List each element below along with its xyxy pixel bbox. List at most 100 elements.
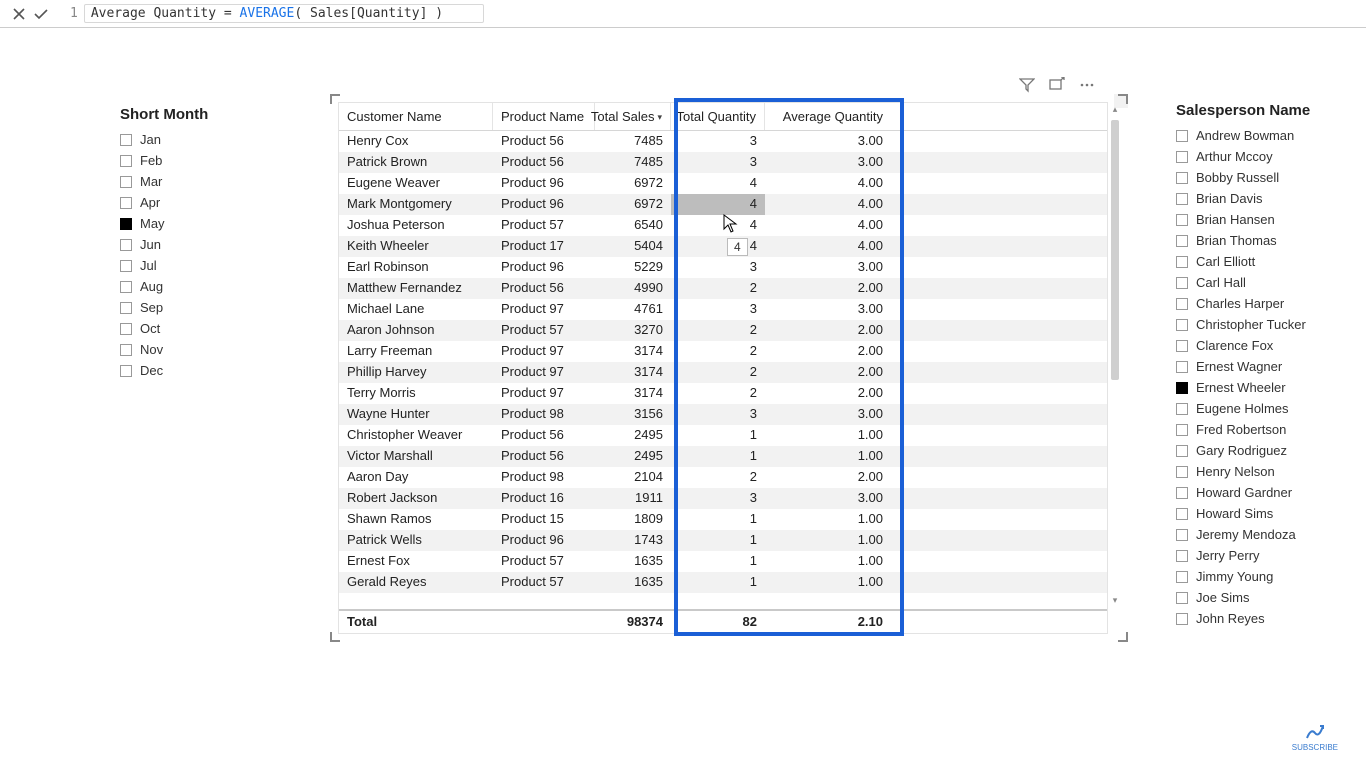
commit-formula-button[interactable] bbox=[30, 3, 52, 25]
checkbox-icon bbox=[1176, 424, 1188, 436]
checkbox-icon bbox=[120, 281, 132, 293]
table-row[interactable]: Joshua PetersonProduct 57654044.00 bbox=[339, 215, 1107, 236]
table-row[interactable]: Michael LaneProduct 97476133.00 bbox=[339, 299, 1107, 320]
slicer-item-salesperson[interactable]: Andrew Bowman bbox=[1176, 125, 1356, 146]
table-row[interactable]: Robert JacksonProduct 16191133.00 bbox=[339, 488, 1107, 509]
table-row[interactable]: Mark MontgomeryProduct 96697244.00 bbox=[339, 194, 1107, 215]
table-row[interactable]: Wayne HunterProduct 98315633.00 bbox=[339, 404, 1107, 425]
slicer-item-salesperson[interactable]: Jimmy Young bbox=[1176, 566, 1356, 587]
slicer-item-salesperson[interactable]: Ernest Wheeler bbox=[1176, 377, 1356, 398]
slicer-item-month[interactable]: Apr bbox=[120, 192, 290, 213]
formula-line-number: 1 bbox=[70, 6, 78, 21]
slicer-item-month[interactable]: Jan bbox=[120, 129, 290, 150]
slicer-item-salesperson[interactable]: Gary Rodriguez bbox=[1176, 440, 1356, 461]
formula-input[interactable]: Average Quantity = AVERAGE( Sales[Quanti… bbox=[84, 4, 484, 23]
cell-total-quantity: 1 bbox=[671, 446, 765, 467]
slicer-item-salesperson[interactable]: Jerry Perry bbox=[1176, 545, 1356, 566]
cell-tooltip: 4 bbox=[727, 238, 748, 256]
slicer-item-salesperson[interactable]: Charles Harper bbox=[1176, 293, 1356, 314]
slicer-item-month[interactable]: Oct bbox=[120, 318, 290, 339]
slicer-title-salesperson: Salesperson Name bbox=[1176, 102, 1356, 119]
column-header-total-quantity[interactable]: Total Quantity bbox=[671, 103, 765, 130]
slicer-item-salesperson[interactable]: John Reyes bbox=[1176, 608, 1356, 629]
slicer-item-salesperson[interactable]: Joe Sims bbox=[1176, 587, 1356, 608]
scroll-thumb[interactable] bbox=[1111, 120, 1119, 380]
slicer-item-salesperson[interactable]: Ernest Wagner bbox=[1176, 356, 1356, 377]
table-row[interactable]: Patrick BrownProduct 56748533.00 bbox=[339, 152, 1107, 173]
cell-customer: Eugene Weaver bbox=[339, 173, 493, 194]
table-row[interactable]: Christopher WeaverProduct 56249511.00 bbox=[339, 425, 1107, 446]
cell-total-sales: 3174 bbox=[595, 362, 671, 383]
vertical-scrollbar[interactable]: ▴ ▾ bbox=[1110, 102, 1120, 608]
scroll-up-arrow[interactable]: ▴ bbox=[1110, 104, 1120, 115]
cell-product: Product 17 bbox=[493, 236, 595, 257]
table-row[interactable]: Victor MarshallProduct 56249511.00 bbox=[339, 446, 1107, 467]
table-row[interactable]: Aaron JohnsonProduct 57327022.00 bbox=[339, 320, 1107, 341]
table-row[interactable]: Terry MorrisProduct 97317422.00 bbox=[339, 383, 1107, 404]
slicer-item-month[interactable]: May bbox=[120, 213, 290, 234]
resize-handle-br[interactable] bbox=[1114, 628, 1128, 642]
focus-mode-icon[interactable] bbox=[1048, 76, 1066, 94]
checkbox-icon bbox=[120, 344, 132, 356]
table-row[interactable]: Eugene WeaverProduct 96697244.00 bbox=[339, 173, 1107, 194]
slicer-item-salesperson[interactable]: Henry Nelson bbox=[1176, 461, 1356, 482]
scroll-down-arrow[interactable]: ▾ bbox=[1110, 595, 1120, 606]
slicer-item-salesperson[interactable]: Bobby Russell bbox=[1176, 167, 1356, 188]
cancel-formula-button[interactable] bbox=[8, 3, 30, 25]
slicer-item-label: Joe Sims bbox=[1196, 590, 1249, 605]
slicer-item-salesperson[interactable]: Fred Robertson bbox=[1176, 419, 1356, 440]
slicer-item-month[interactable]: Dec bbox=[120, 360, 290, 381]
column-header-customer[interactable]: Customer Name bbox=[339, 103, 493, 130]
table-row[interactable]: Shawn RamosProduct 15180911.00 bbox=[339, 509, 1107, 530]
slicer-item-salesperson[interactable]: Brian Thomas bbox=[1176, 230, 1356, 251]
slicer-item-month[interactable]: Mar bbox=[120, 171, 290, 192]
slicer-item-month[interactable]: Sep bbox=[120, 297, 290, 318]
slicer-item-month[interactable]: Nov bbox=[120, 339, 290, 360]
cell-product: Product 15 bbox=[493, 509, 595, 530]
slicer-item-label: Ernest Wagner bbox=[1196, 359, 1282, 374]
slicer-item-month[interactable]: Jul bbox=[120, 255, 290, 276]
slicer-item-salesperson[interactable]: Christopher Tucker bbox=[1176, 314, 1356, 335]
table-row[interactable]: Ernest FoxProduct 57163511.00 bbox=[339, 551, 1107, 572]
filter-icon[interactable] bbox=[1018, 76, 1036, 94]
slicer-item-salesperson[interactable]: Carl Hall bbox=[1176, 272, 1356, 293]
slicer-item-month[interactable]: Jun bbox=[120, 234, 290, 255]
table-row[interactable]: Earl RobinsonProduct 96522933.00 bbox=[339, 257, 1107, 278]
cell-total-sales: 3174 bbox=[595, 383, 671, 404]
table-row[interactable]: Larry FreemanProduct 97317422.00 bbox=[339, 341, 1107, 362]
slicer-item-salesperson[interactable]: Brian Hansen bbox=[1176, 209, 1356, 230]
cell-total-sales: 1635 bbox=[595, 551, 671, 572]
table-visual-frame[interactable]: Customer Name Product Name Total Sales T… bbox=[334, 98, 1124, 638]
slicer-item-salesperson[interactable]: Howard Sims bbox=[1176, 503, 1356, 524]
more-options-icon[interactable] bbox=[1078, 76, 1096, 94]
cell-customer: Aaron Johnson bbox=[339, 320, 493, 341]
checkbox-icon bbox=[1176, 193, 1188, 205]
slicer-item-month[interactable]: Aug bbox=[120, 276, 290, 297]
slicer-item-salesperson[interactable]: Eugene Holmes bbox=[1176, 398, 1356, 419]
table-row[interactable]: Phillip HarveyProduct 97317422.00 bbox=[339, 362, 1107, 383]
table-row[interactable]: Patrick WellsProduct 96174311.00 bbox=[339, 530, 1107, 551]
slicer-item-month[interactable]: Feb bbox=[120, 150, 290, 171]
checkbox-icon bbox=[1176, 214, 1188, 226]
cell-product: Product 97 bbox=[493, 299, 595, 320]
slicer-item-salesperson[interactable]: Carl Elliott bbox=[1176, 251, 1356, 272]
table-row[interactable]: Gerald ReyesProduct 57163511.00 bbox=[339, 572, 1107, 593]
cell-average-quantity: 1.00 bbox=[765, 530, 891, 551]
column-header-total-sales[interactable]: Total Sales bbox=[595, 103, 671, 130]
table-row[interactable]: Aaron DayProduct 98210422.00 bbox=[339, 467, 1107, 488]
table-body[interactable]: Henry CoxProduct 56748533.00Patrick Brow… bbox=[339, 131, 1107, 609]
slicer-item-salesperson[interactable]: Clarence Fox bbox=[1176, 335, 1356, 356]
column-header-average-quantity[interactable]: Average Quantity bbox=[765, 103, 891, 130]
table-row[interactable]: Keith WheelerProduct 17540444.00 bbox=[339, 236, 1107, 257]
slicer-item-label: Jun bbox=[140, 237, 161, 252]
column-header-product[interactable]: Product Name bbox=[493, 103, 595, 130]
table-row[interactable]: Matthew FernandezProduct 56499022.00 bbox=[339, 278, 1107, 299]
slicer-item-salesperson[interactable]: Jeremy Mendoza bbox=[1176, 524, 1356, 545]
cell-total-quantity: 4 bbox=[671, 215, 765, 236]
table-row[interactable]: Henry CoxProduct 56748533.00 bbox=[339, 131, 1107, 152]
cell-total-sales: 7485 bbox=[595, 152, 671, 173]
slicer-item-salesperson[interactable]: Brian Davis bbox=[1176, 188, 1356, 209]
cell-total-quantity: 3 bbox=[671, 152, 765, 173]
slicer-item-salesperson[interactable]: Howard Gardner bbox=[1176, 482, 1356, 503]
slicer-item-salesperson[interactable]: Arthur Mccoy bbox=[1176, 146, 1356, 167]
